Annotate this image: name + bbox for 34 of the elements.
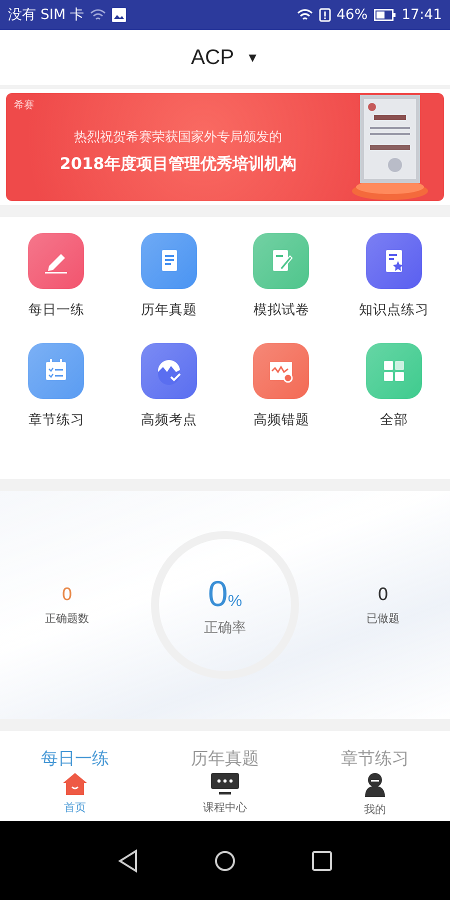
back-icon[interactable]: [117, 848, 140, 872]
stat-label: 正确题数: [45, 610, 89, 626]
feature-shortcut[interactable]: 每日一练: [0, 233, 112, 319]
feature-shortcut[interactable]: 模拟试卷: [225, 233, 338, 319]
banner-title: 2018年度项目管理优秀培训机构: [60, 154, 296, 174]
home-icon[interactable]: [214, 850, 236, 872]
feature-shortcut[interactable]: 知识点练习: [338, 233, 450, 319]
person-icon: [363, 772, 387, 798]
house-icon: [62, 772, 88, 796]
feature-shortcut[interactable]: 全部: [338, 343, 450, 429]
monitor-icon: [210, 772, 240, 796]
feature-shortcut[interactable]: 历年真题: [112, 233, 225, 319]
feature-shortcut[interactable]: 章节练习: [0, 343, 112, 429]
stat-label: 已做题: [366, 610, 400, 626]
banner-subtitle: 热烈祝贺希赛荣获国家外专局颁发的: [74, 128, 282, 146]
clock-text: 17:41: [402, 7, 442, 23]
wifi-icon: [90, 8, 106, 22]
battery-icon: [374, 9, 396, 21]
stat-label: 正确率: [204, 619, 246, 637]
battery-percent: 46%: [336, 7, 368, 23]
recents-icon[interactable]: [310, 850, 333, 872]
carrier-text: 没有 SIM 卡: [8, 6, 84, 24]
nav-item[interactable]: 课程中心: [185, 772, 265, 817]
sim-alert-icon: [318, 8, 331, 22]
course-selector[interactable]: ACP ▼: [190, 46, 260, 70]
correct-count: 0: [62, 584, 72, 604]
image-icon: [112, 8, 126, 22]
feature-shortcut[interactable]: 高频错题: [225, 343, 338, 429]
done-count: 0: [378, 584, 388, 604]
wifi-icon: [296, 8, 313, 22]
feature-shortcut[interactable]: 高频考点: [112, 343, 225, 429]
logo-text: 希赛: [14, 98, 34, 112]
nav-item[interactable]: 我的: [335, 772, 415, 817]
accuracy-rate: 0%: [208, 573, 242, 615]
